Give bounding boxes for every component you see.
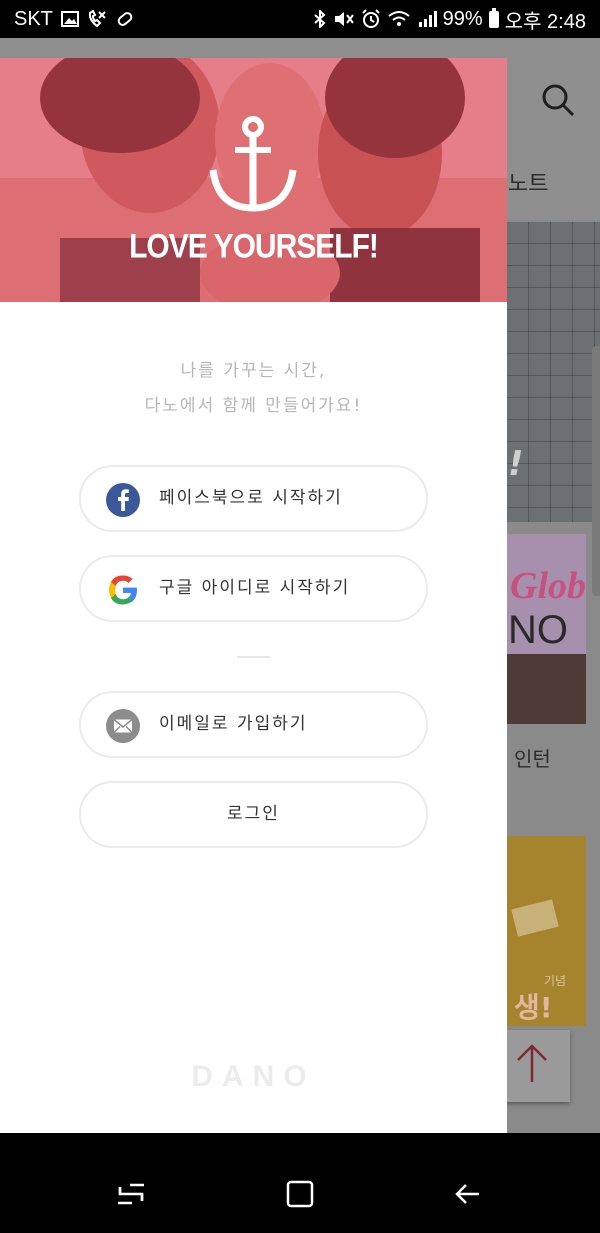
brand-wordmark: DANO bbox=[191, 1060, 316, 1093]
facebook-start-button[interactable]: 페이스북으로 시작하기 bbox=[79, 465, 428, 532]
google-start-button[interactable]: 구글 아이디로 시작하기 bbox=[79, 555, 428, 622]
card-big-text: 생! bbox=[514, 991, 553, 1024]
pill-icon bbox=[117, 12, 133, 26]
card-title: Globa bbox=[510, 565, 586, 607]
card-caption: 인턴 bbox=[514, 747, 551, 771]
intro-text: 나를 가꾸는 시간, 다노에서 함께 만들어가요! bbox=[0, 354, 507, 424]
google-icon bbox=[109, 575, 137, 605]
missed-call-icon bbox=[88, 10, 106, 28]
navigation-drawer: LOVE YOURSELF! 나를 가꾸는 시간, 다노에서 함께 만들어가요!… bbox=[0, 58, 507, 1133]
background-tab-label[interactable]: 노트 bbox=[508, 166, 548, 198]
mute-icon bbox=[334, 12, 354, 26]
search-icon[interactable] bbox=[540, 82, 576, 118]
email-signup-label: 이메일로 가입하기 bbox=[159, 714, 308, 734]
intro-line-2: 다노에서 함께 만들어가요! bbox=[144, 396, 363, 416]
image-icon bbox=[60, 11, 79, 27]
background-card-3[interactable]: 기념 생! bbox=[506, 836, 586, 1026]
battery-percent: 99% bbox=[442, 7, 483, 30]
divider bbox=[237, 656, 270, 658]
card-image bbox=[506, 654, 586, 724]
clock: 오후 2:48 bbox=[504, 10, 586, 33]
card-headline: ! bbox=[508, 444, 524, 484]
intro-line-1: 나를 가꾸는 시간, bbox=[180, 361, 327, 381]
recent-apps-icon[interactable] bbox=[114, 1177, 148, 1211]
back-icon[interactable] bbox=[451, 1177, 485, 1211]
flag-graphic bbox=[511, 899, 559, 937]
wifi-icon bbox=[388, 11, 410, 26]
facebook-start-label: 페이스북으로 시작하기 bbox=[159, 488, 343, 508]
facebook-icon bbox=[106, 483, 140, 517]
status-bar: SKT 99% 오후 2:48 bbox=[0, 0, 600, 38]
background-card-2[interactable]: Globa NO bbox=[506, 534, 586, 724]
carrier-label: SKT bbox=[14, 7, 53, 30]
background-card-1[interactable]: ! bbox=[506, 222, 600, 522]
email-signup-button[interactable]: 이메일로 가입하기 bbox=[79, 691, 428, 758]
bluetooth-icon bbox=[314, 10, 326, 28]
signal-icon bbox=[418, 11, 437, 27]
card-subtitle: NO bbox=[508, 608, 568, 652]
home-icon[interactable] bbox=[283, 1177, 317, 1211]
alarm-icon bbox=[361, 9, 380, 28]
system-nav-bar bbox=[0, 1133, 600, 1233]
google-start-label: 구글 아이디로 시작하기 bbox=[159, 578, 351, 598]
scrollbar[interactable] bbox=[592, 346, 600, 596]
login-label: 로그인 bbox=[227, 804, 280, 824]
hero-tagline: LOVE YOURSELF! bbox=[129, 227, 379, 266]
hero-banner: LOVE YOURSELF! bbox=[0, 58, 507, 302]
login-button[interactable]: 로그인 bbox=[79, 781, 428, 848]
mail-icon bbox=[106, 709, 140, 743]
anchor-logo-icon bbox=[209, 116, 297, 212]
battery-icon bbox=[488, 7, 499, 28]
